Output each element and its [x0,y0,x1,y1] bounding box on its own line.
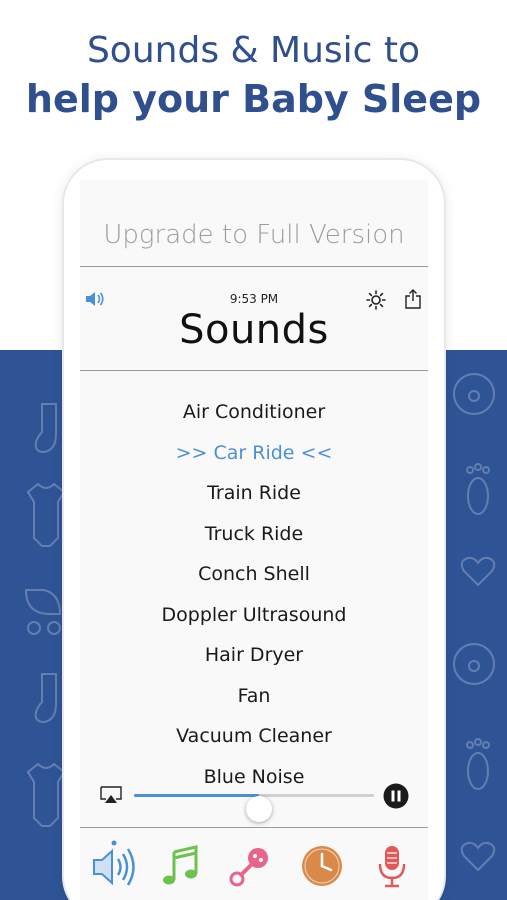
tab-timer[interactable] [296,840,348,892]
sound-item[interactable]: Conch Shell [80,554,428,595]
sound-item[interactable]: Doppler Ultrasound [80,595,428,636]
promo-headline: Sounds & Music to help your Baby Sleep [0,28,507,124]
headline-line-2: help your Baby Sleep [25,77,482,121]
stroller-icon [24,589,62,635]
footprint-icon [466,463,490,515]
divider [80,266,428,267]
clock-icon [302,846,342,886]
tab-record[interactable] [366,840,418,892]
baby-face-icon [453,373,495,415]
heart-icon [460,556,496,587]
player-bar [80,780,428,822]
sock-icon [34,673,57,724]
sock-icon [34,403,57,454]
divider [80,370,428,371]
sound-item[interactable]: Fan [80,676,428,717]
airplay-icon[interactable] [100,786,122,804]
pause-button[interactable] [383,783,409,809]
app-screen: Upgrade to Full Version 9:53 PM Sounds A… [80,180,428,900]
music-note-icon [163,845,198,885]
sound-item[interactable]: Vacuum Cleaner [80,716,428,757]
tab-music[interactable] [156,840,208,892]
sound-item[interactable]: Truck Ride [80,514,428,555]
heart-icon [460,841,496,872]
divider [80,827,428,828]
microphone-icon [378,846,406,888]
onesie-icon [26,762,66,827]
speaker-icon [93,840,135,886]
volume-slider[interactable] [134,794,374,822]
screen-title: Sounds [179,307,329,353]
volume-slider-fill [134,794,259,797]
footprint-icon [466,738,490,790]
tab-sounds[interactable] [88,840,140,892]
sound-item[interactable]: Air Conditioner [80,392,428,433]
sound-item-selected[interactable]: >> Car Ride << [80,433,428,474]
tab-rattle[interactable] [226,840,278,892]
baby-face-icon [453,643,495,685]
onesie-icon [26,482,66,547]
rattle-icon [229,848,268,887]
upgrade-banner[interactable]: Upgrade to Full Version [80,220,428,250]
tab-bar [80,830,428,900]
sound-list: Air Conditioner >> Car Ride << Train Ride T… [80,392,428,797]
volume-slider-thumb[interactable] [245,796,272,822]
sound-item[interactable]: Hair Dryer [80,635,428,676]
sound-item[interactable]: Train Ride [80,473,428,514]
headline-line-1: Sounds & Music to [86,30,421,71]
